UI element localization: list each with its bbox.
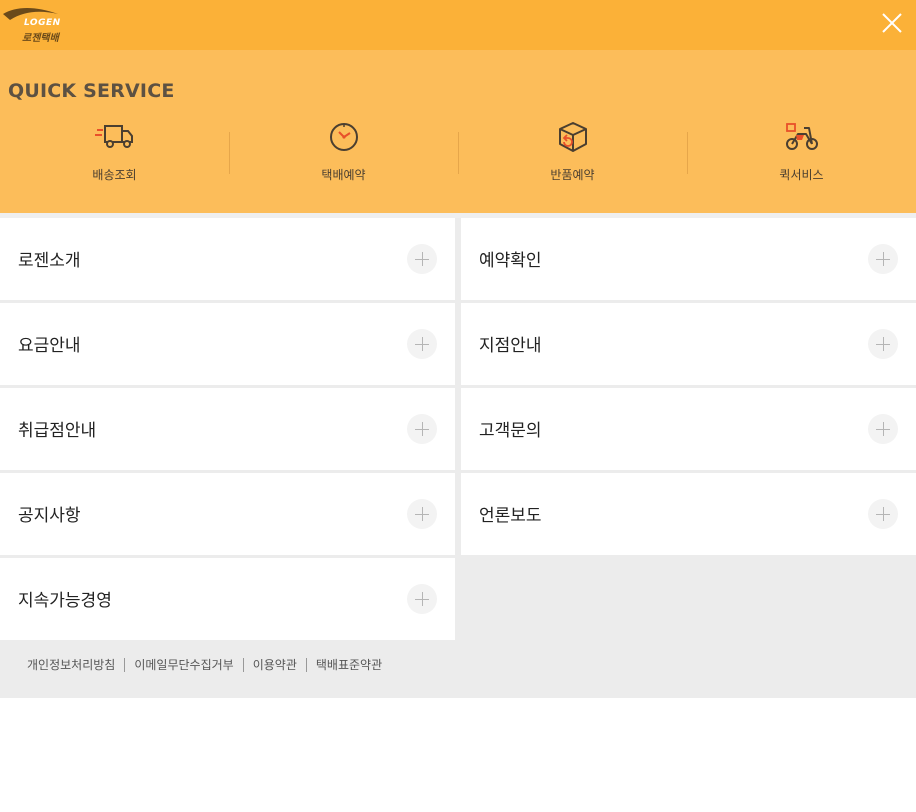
divider xyxy=(458,132,459,174)
footer-link-email-refusal[interactable]: 이메일무단수집거부 xyxy=(125,656,242,673)
quick-service-list: 배송조회 택배예약 반품예약 퀵서비스 xyxy=(0,120,916,190)
clock-icon xyxy=(329,123,358,151)
footer-link-terms[interactable]: 이용약관 xyxy=(244,656,306,673)
menu-item-label: 취급점안내 xyxy=(18,421,97,441)
logo-text-ko: 로젠택배 xyxy=(22,33,59,44)
plus-icon[interactable] xyxy=(407,244,437,274)
menu-item-reservation-check[interactable]: 예약확인 xyxy=(461,218,916,300)
menu-item-agencies[interactable]: 취급점안내 xyxy=(0,388,455,470)
footer-link-privacy[interactable]: 개인정보처리방침 xyxy=(18,656,124,673)
main-menu: 로젠소개 예약확인 요금안내 지점안내 취급점안내 고객문의 공지사항 언론보도… xyxy=(0,218,916,640)
quick-item-label: 반품예약 xyxy=(550,168,595,182)
divider xyxy=(687,132,688,174)
plus-icon[interactable] xyxy=(407,414,437,444)
quick-item-label: 배송조회 xyxy=(92,168,137,182)
menu-item-label: 언론보도 xyxy=(479,506,542,526)
menu-item-branches[interactable]: 지점안내 xyxy=(461,303,916,385)
plus-icon[interactable] xyxy=(868,329,898,359)
motorcycle-icon xyxy=(785,123,818,150)
return-box-icon xyxy=(558,122,587,152)
quick-item-tracking[interactable]: 배송조회 xyxy=(0,120,229,190)
menu-item-logen-intro[interactable]: 로젠소개 xyxy=(0,218,455,300)
quick-service-title: QUICK SERVICE xyxy=(8,80,175,102)
plus-icon[interactable] xyxy=(868,499,898,529)
footer: 개인정보처리방침 이메일무단수집거부 이용약관 택배표준약관 xyxy=(0,640,916,698)
quick-service-panel: QUICK SERVICE 배송조회 택배예약 반품예약 퀵서비스 xyxy=(0,50,916,213)
quick-item-reservation[interactable]: 택배예약 xyxy=(229,120,458,190)
menu-item-press[interactable]: 언론보도 xyxy=(461,473,916,555)
menu-item-label: 지점안내 xyxy=(479,336,542,356)
menu-item-label: 로젠소개 xyxy=(18,251,81,271)
menu-item-label: 예약확인 xyxy=(479,251,542,271)
quick-item-label: 택배예약 xyxy=(321,168,366,182)
quick-item-quick-service[interactable]: 퀵서비스 xyxy=(687,120,916,190)
plus-icon[interactable] xyxy=(407,584,437,614)
truck-icon xyxy=(94,125,133,148)
top-bar: LOGEN 로젠택배 xyxy=(0,0,916,50)
footer-link-standard-terms[interactable]: 택배표준약관 xyxy=(307,656,391,673)
plus-icon[interactable] xyxy=(407,499,437,529)
divider xyxy=(229,132,230,174)
footer-links: 개인정보처리방침 이메일무단수집거부 이용약관 택배표준약관 xyxy=(18,656,391,673)
plus-icon[interactable] xyxy=(868,244,898,274)
menu-item-label: 지속가능경영 xyxy=(18,591,112,611)
menu-item-label: 고객문의 xyxy=(479,421,542,441)
close-icon xyxy=(882,13,902,33)
menu-item-customer-inquiry[interactable]: 고객문의 xyxy=(461,388,916,470)
plus-icon[interactable] xyxy=(407,329,437,359)
quick-item-label: 퀵서비스 xyxy=(779,168,824,182)
logen-logo[interactable]: LOGEN 로젠택배 xyxy=(2,4,62,44)
close-button[interactable] xyxy=(880,11,904,35)
plus-icon[interactable] xyxy=(868,414,898,444)
menu-item-label: 공지사항 xyxy=(18,506,81,526)
menu-item-sustainability[interactable]: 지속가능경영 xyxy=(0,558,455,640)
menu-item-rates[interactable]: 요금안내 xyxy=(0,303,455,385)
menu-item-notices[interactable]: 공지사항 xyxy=(0,473,455,555)
logo-text-en: LOGEN xyxy=(24,18,61,28)
quick-item-return[interactable]: 반품예약 xyxy=(458,120,687,190)
menu-item-label: 요금안내 xyxy=(18,336,81,356)
